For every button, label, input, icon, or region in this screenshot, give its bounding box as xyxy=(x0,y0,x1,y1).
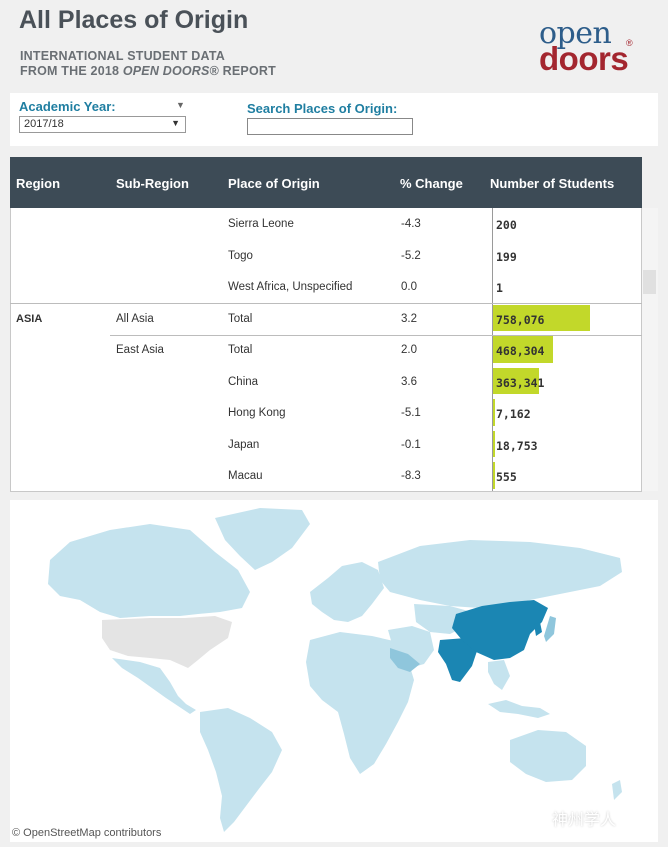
watermark-text: 神州学人 xyxy=(552,810,617,829)
cell-place: Macau xyxy=(228,470,263,482)
region-divider xyxy=(10,303,642,304)
map-new-zealand xyxy=(612,780,622,800)
subtitle-suffix: ® REPORT xyxy=(209,64,276,78)
cell-place: Togo xyxy=(228,249,253,262)
map-canada xyxy=(48,524,250,618)
cell-place: China xyxy=(228,375,259,388)
cell-change: -4.3 xyxy=(401,218,421,230)
cell-change: 3.2 xyxy=(401,312,417,325)
map-mexico xyxy=(112,658,196,714)
world-map[interactable] xyxy=(10,500,658,842)
col-header-place[interactable]: Place of Origin xyxy=(228,176,320,191)
academic-year-value: 2017/18 xyxy=(24,118,64,130)
cell-students: 200 xyxy=(496,218,517,232)
subtitle-line-1: INTERNATIONAL STUDENT DATA xyxy=(20,49,225,63)
subtitle-italic: OPEN DOORS xyxy=(122,64,210,78)
cell-change: -5.1 xyxy=(401,407,421,419)
page-title: All Places of Origin xyxy=(19,6,249,34)
table-row[interactable] xyxy=(10,460,642,492)
map-greenland xyxy=(215,508,310,570)
map-south-america xyxy=(200,708,282,832)
table-row[interactable] xyxy=(10,429,642,461)
table-scrollbar-thumb[interactable] xyxy=(643,270,656,294)
cell-students: 758,076 xyxy=(496,312,545,327)
academic-year-select[interactable]: 2017/18 ▼ xyxy=(19,116,186,133)
logo-registered-mark: ® xyxy=(626,38,633,48)
cell-students: 363,341 xyxy=(496,375,545,390)
cell-students: 1 xyxy=(496,281,503,295)
cell-subregion: All Asia xyxy=(116,312,154,325)
cell-students: 7,162 xyxy=(496,407,531,421)
cell-place: Total xyxy=(228,344,253,356)
map-attribution[interactable]: © OpenStreetMap contributors xyxy=(12,827,161,839)
map-japan xyxy=(544,616,556,642)
cell-subregion: East Asia xyxy=(116,344,164,356)
col-header-change[interactable]: % Change xyxy=(400,176,463,191)
cell-change: 0.0 xyxy=(401,281,417,293)
map-russia xyxy=(378,540,622,608)
table-row[interactable] xyxy=(10,240,642,272)
chevron-down-icon: ▼ xyxy=(171,118,180,128)
search-places-input[interactable] xyxy=(247,118,413,135)
cell-place: Japan xyxy=(228,438,260,451)
students-bar xyxy=(493,399,495,426)
world-map-svg xyxy=(48,508,622,832)
map-australia xyxy=(510,730,586,782)
cell-change: -8.3 xyxy=(401,470,421,482)
table-row[interactable] xyxy=(10,208,642,240)
col-header-subregion[interactable]: Sub-Region xyxy=(116,176,189,191)
col-header-region[interactable]: Region xyxy=(16,176,60,191)
cell-place: Hong Kong xyxy=(228,407,286,419)
cell-students: 555 xyxy=(496,470,517,484)
cell-region: ASIA xyxy=(16,312,43,325)
academic-year-label: Academic Year: xyxy=(19,99,116,114)
subtitle-prefix: FROM THE 2018 xyxy=(20,64,123,78)
map-europe xyxy=(310,562,384,622)
students-column-divider xyxy=(492,208,493,491)
subtitle-line-2: FROM THE 2018 OPEN DOORS® REPORT xyxy=(20,64,276,78)
map-indonesia xyxy=(488,700,550,718)
cell-change: -5.2 xyxy=(401,249,421,262)
map-korea xyxy=(534,622,542,636)
filter-menu-caret-icon[interactable]: ▼ xyxy=(176,100,185,110)
cell-change: -0.1 xyxy=(401,438,421,451)
subregion-divider xyxy=(110,335,642,336)
cell-place: West Africa, Unspecified xyxy=(228,281,353,293)
cell-change: 2.0 xyxy=(401,344,417,356)
cell-students: 18,753 xyxy=(496,438,538,453)
cell-place: Sierra Leone xyxy=(228,218,294,230)
cell-change: 3.6 xyxy=(401,375,417,388)
table-scrollbar[interactable] xyxy=(642,208,658,491)
cell-students: 468,304 xyxy=(496,344,545,358)
cell-place: Total xyxy=(228,312,253,325)
students-bar xyxy=(493,430,495,457)
search-places-label: Search Places of Origin: xyxy=(247,101,398,116)
table-row[interactable] xyxy=(10,366,642,398)
students-bar xyxy=(493,462,495,489)
col-header-students[interactable]: Number of Students xyxy=(490,176,614,191)
map-southeast-asia xyxy=(488,660,510,690)
cell-students: 199 xyxy=(496,249,517,264)
logo-doors-text: doors xyxy=(539,40,629,77)
table-row[interactable] xyxy=(10,397,642,429)
